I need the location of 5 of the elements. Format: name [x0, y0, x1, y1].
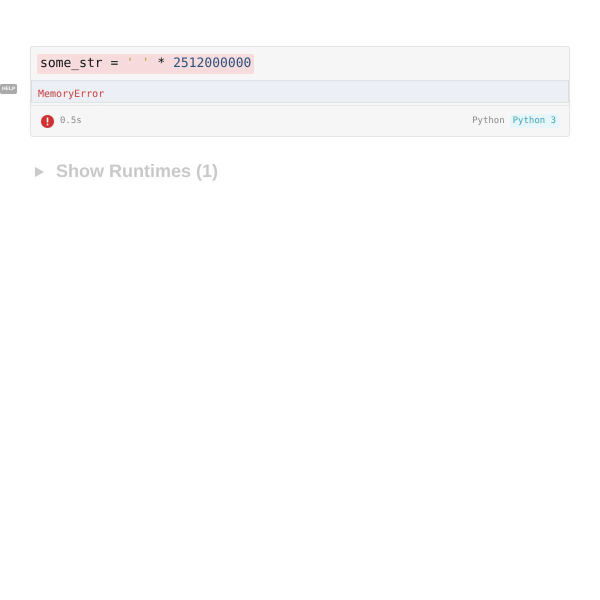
language-label: Python — [472, 116, 505, 126]
kernel-badge: Python 3 — [510, 114, 559, 128]
error-output: MemoryError — [38, 89, 104, 100]
caret-icon[interactable] — [34, 166, 44, 176]
run-duration: 0.5s — [60, 116, 82, 126]
